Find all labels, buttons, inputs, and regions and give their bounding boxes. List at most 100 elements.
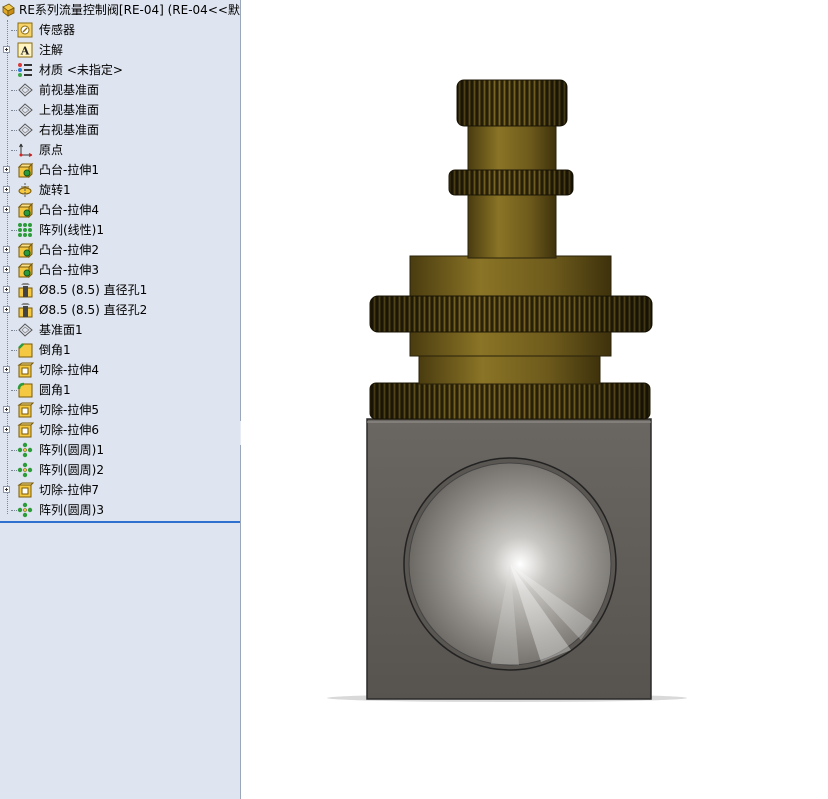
boss-extrude-icon xyxy=(17,242,34,259)
boss-extrude-icon xyxy=(17,262,34,279)
expand-toggle[interactable] xyxy=(3,46,10,53)
graphics-viewport[interactable] xyxy=(241,0,828,799)
tree-item-label: 倒角1 xyxy=(39,343,71,357)
plane-icon xyxy=(17,322,34,338)
tree-item-label: 凸台-拉伸2 xyxy=(39,243,99,257)
tree-item[interactable]: 倒角1 xyxy=(0,340,240,360)
cut-extrude-icon xyxy=(17,362,35,378)
tree-item[interactable]: 切除-拉伸6 xyxy=(0,420,240,440)
model-render xyxy=(327,79,687,702)
tree-item[interactable]: 凸台-拉伸3 xyxy=(0,260,240,280)
tree-item[interactable]: 凸台-拉伸1 xyxy=(0,160,240,180)
lower-brass-neck xyxy=(418,351,601,385)
tree-item-label: 切除-拉伸4 xyxy=(39,363,99,377)
tree-item[interactable]: 右视基准面 xyxy=(0,120,240,140)
material-icon xyxy=(17,62,34,78)
solidworks-window: RE系列流量控制阀[RE-04] (RE-04<<默 传感器 A 注解材质 <未指定… xyxy=(0,0,828,799)
feature-manager-tree[interactable]: RE系列流量控制阀[RE-04] (RE-04<<默 传感器 A 注解材质 <未指定… xyxy=(0,0,241,799)
tree-item-label: 前视基准面 xyxy=(39,83,100,97)
tree-item-label: 旋转1 xyxy=(39,183,71,197)
part-icon xyxy=(1,3,15,17)
tree-item[interactable]: 切除-拉伸7 xyxy=(0,480,240,500)
tree-item-label: 阵列(圆周)3 xyxy=(39,503,104,517)
tree-item-label: 凸台-拉伸3 xyxy=(39,263,99,277)
tree-item[interactable]: 阵列(圆周)1 xyxy=(0,440,240,460)
tree-item[interactable]: 前视基准面 xyxy=(0,80,240,100)
tree-item-label: 切除-拉伸5 xyxy=(39,403,99,417)
rollback-bar[interactable] xyxy=(0,521,240,523)
tree-item-label: 阵列(圆周)1 xyxy=(39,443,104,457)
cut-extrude-icon xyxy=(17,402,35,418)
tree-item[interactable]: Ø8.5 (8.5) 直径孔1 xyxy=(0,280,240,300)
large-knurled-ring xyxy=(369,295,653,333)
sensor-icon xyxy=(17,22,34,38)
expand-toggle[interactable] xyxy=(3,286,10,293)
linear-pattern-icon xyxy=(17,222,34,238)
expand-toggle[interactable] xyxy=(3,366,10,373)
tree-item[interactable]: 切除-拉伸5 xyxy=(0,400,240,420)
tree-item-label: Ø8.5 (8.5) 直径孔2 xyxy=(39,303,148,317)
tree-item-label: 阵列(圆周)2 xyxy=(39,463,104,477)
tree-item-label: 原点 xyxy=(39,143,64,157)
tree-root-part[interactable]: RE系列流量控制阀[RE-04] (RE-04<<默 xyxy=(0,0,240,20)
cut-extrude-icon xyxy=(17,422,35,438)
tree-item-label: 圆角1 xyxy=(39,383,71,397)
revolve-icon xyxy=(17,182,34,198)
tree-item-label: 切除-拉伸6 xyxy=(39,423,99,437)
hole-wizard-icon xyxy=(17,302,34,318)
tree-item[interactable]: 凸台-拉伸4 xyxy=(0,200,240,220)
expand-toggle[interactable] xyxy=(3,266,10,273)
tree-item-label: 材质 <未指定> xyxy=(39,63,123,77)
tree-item[interactable]: 阵列(圆周)3 xyxy=(0,500,240,520)
valve-body xyxy=(366,418,652,700)
tree-item[interactable]: 阵列(圆周)2 xyxy=(0,460,240,480)
annotation-icon: A xyxy=(17,42,34,58)
tree-item-label: 阵列(线性)1 xyxy=(39,223,104,237)
expand-toggle[interactable] xyxy=(3,186,10,193)
plane-icon xyxy=(17,82,34,98)
circular-pattern-icon xyxy=(17,462,34,478)
boss-extrude-icon xyxy=(17,202,34,219)
tree-item[interactable]: 圆角1 xyxy=(0,380,240,400)
tree-item[interactable]: A 注解 xyxy=(0,40,240,60)
tree-item[interactable]: 原点 xyxy=(0,140,240,160)
expand-toggle[interactable] xyxy=(3,486,10,493)
circular-pattern-icon xyxy=(17,502,34,518)
fillet-icon xyxy=(17,382,34,398)
tree-item-label: 传感器 xyxy=(39,23,76,37)
tree-item-label: Ø8.5 (8.5) 直径孔1 xyxy=(39,283,148,297)
top-knurled-knob xyxy=(456,79,568,127)
tree-item-label: 注解 xyxy=(39,43,64,57)
plane-icon xyxy=(17,102,34,118)
expand-toggle[interactable] xyxy=(3,246,10,253)
tree-item-label: 凸台-拉伸4 xyxy=(39,203,99,217)
part-title: RE系列流量控制阀[RE-04] (RE-04<<默 xyxy=(19,3,240,17)
hole-wizard-icon xyxy=(17,282,34,298)
tree-item[interactable]: 材质 <未指定> xyxy=(0,60,240,80)
boss-extrude-icon xyxy=(17,162,34,179)
tree-item[interactable]: 旋转1 xyxy=(0,180,240,200)
expand-toggle[interactable] xyxy=(3,206,10,213)
tree-item-label: 切除-拉伸7 xyxy=(39,483,99,497)
origin-icon xyxy=(17,142,34,158)
tree-item[interactable]: 传感器 xyxy=(0,20,240,40)
tree-item[interactable]: 切除-拉伸4 xyxy=(0,360,240,380)
lower-knurled-nut xyxy=(369,382,651,420)
tree-item[interactable]: 阵列(线性)1 xyxy=(0,220,240,240)
tree-item-label: 右视基准面 xyxy=(39,123,100,137)
cut-extrude-icon xyxy=(17,482,35,498)
chamfer-icon xyxy=(17,342,34,358)
lock-nut-ring xyxy=(448,169,574,196)
plane-icon xyxy=(17,122,34,138)
tree-item[interactable]: 凸台-拉伸2 xyxy=(0,240,240,260)
tree-item-label: 基准面1 xyxy=(39,323,83,337)
expand-toggle[interactable] xyxy=(3,306,10,313)
tree-item[interactable]: Ø8.5 (8.5) 直径孔2 xyxy=(0,300,240,320)
expand-toggle[interactable] xyxy=(3,166,10,173)
tree-item-label: 凸台-拉伸1 xyxy=(39,163,99,177)
tree-item[interactable]: 基准面1 xyxy=(0,320,240,340)
expand-toggle[interactable] xyxy=(3,426,10,433)
tree-item-label: 上视基准面 xyxy=(39,103,100,117)
tree-item[interactable]: 上视基准面 xyxy=(0,100,240,120)
expand-toggle[interactable] xyxy=(3,406,10,413)
